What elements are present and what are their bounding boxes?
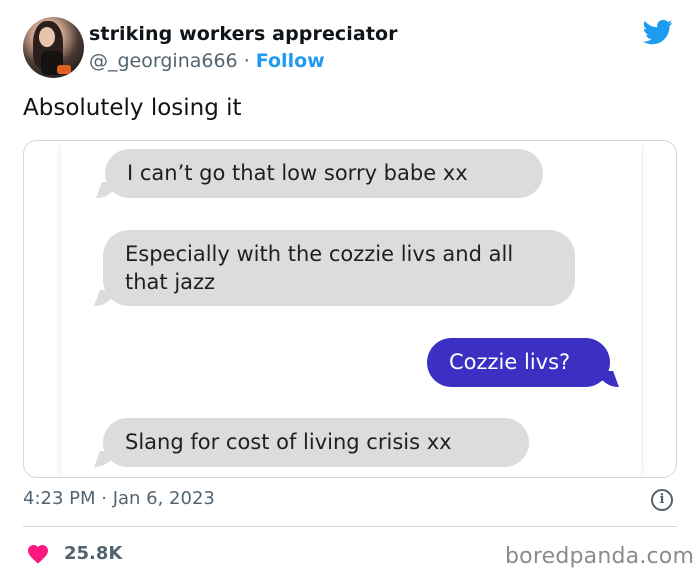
info-glyph: i — [659, 492, 665, 507]
divider — [23, 526, 677, 527]
info-icon[interactable]: i — [651, 489, 673, 511]
received-message: Especially with the cozzie livs and all … — [103, 230, 575, 306]
avatar-accent — [57, 65, 71, 74]
like-count: 25.8K — [64, 542, 123, 564]
tweet-media[interactable]: I can’t go that low sorry babe xx Especi… — [23, 140, 677, 478]
separator-dot: · — [243, 50, 250, 72]
tweet-timestamp[interactable]: 4:23 PM · Jan 6, 2023 — [23, 488, 215, 509]
author-handle[interactable]: @_georgina666 — [89, 50, 238, 72]
like-button[interactable]: 25.8K — [26, 540, 122, 566]
avatar[interactable] — [23, 17, 84, 78]
tweet-header: striking workers appreciator @_georgina6… — [23, 17, 683, 81]
sent-message: Cozzie livs? — [427, 338, 610, 387]
avatar-face — [39, 27, 55, 47]
follow-button[interactable]: Follow — [256, 50, 325, 72]
author-handle-line: @_georgina666 · Follow — [89, 50, 325, 72]
twitter-bird-icon[interactable] — [641, 17, 675, 47]
received-message: Slang for cost of living crisis xx — [103, 418, 529, 467]
heart-icon — [28, 545, 48, 564]
tweet-text: Absolutely losing it — [23, 95, 242, 121]
watermark: boredpanda.com — [505, 544, 695, 569]
author-display-name[interactable]: striking workers appreciator — [89, 23, 398, 45]
chat-screenshot: I can’t go that low sorry babe xx Especi… — [61, 141, 641, 477]
received-message: I can’t go that low sorry babe xx — [105, 149, 543, 198]
